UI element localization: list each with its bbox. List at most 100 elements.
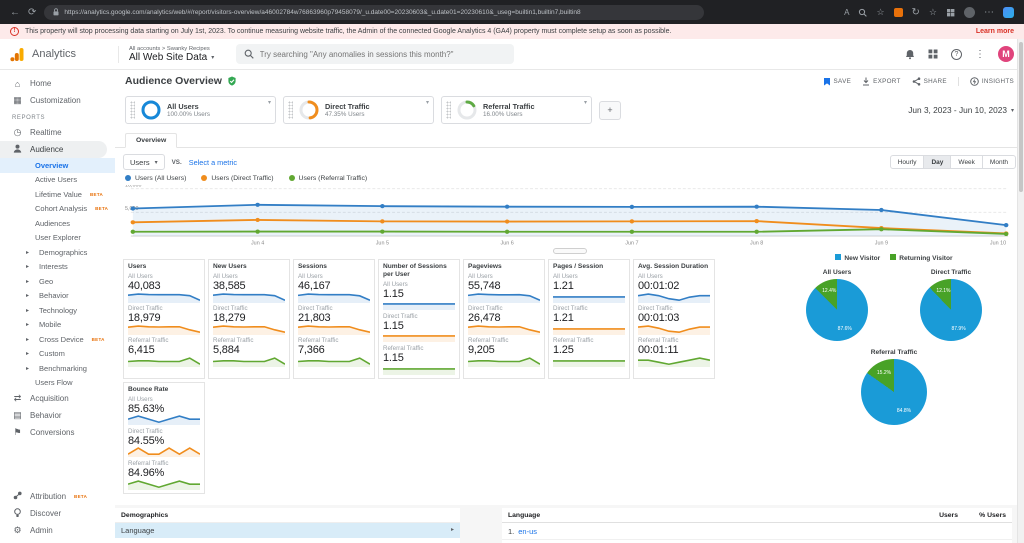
sidebar-item-audience[interactable]: Audience <box>0 141 107 158</box>
search-page-icon[interactable] <box>858 8 868 17</box>
segment-controls: All Users 100.00% Users ▾ Direct Traffic 4… <box>115 92 1024 132</box>
sidebar-item-conversions[interactable]: ⚑ Conversions <box>0 424 115 441</box>
page-scrollbar[interactable] <box>1017 39 1024 543</box>
customization-icon: ▦ <box>13 95 22 105</box>
expand-icon: ▸ <box>26 365 30 372</box>
page-title: Audience Overview <box>125 75 222 87</box>
sidebar-item-cross-device[interactable]: ▸ Cross Device BETA <box>0 332 115 347</box>
sidebar-item-home[interactable]: ⌂ Home <box>0 75 115 92</box>
drag-handle[interactable] <box>288 101 293 119</box>
sidebar-item-overview[interactable]: Overview <box>0 158 115 173</box>
segment-chip-referral-traffic[interactable]: Referral Traffic 16.00% Users ▾ <box>441 96 592 124</box>
sidebar-item-discover[interactable]: Discover <box>0 505 115 522</box>
sidebar-item-demographics[interactable]: ▸ Demographics <box>0 245 115 260</box>
insights-button[interactable]: INSIGHTS <box>957 76 1014 86</box>
sidebar-item-geo[interactable]: ▸ Geo <box>0 274 115 289</box>
sidebar-item-interests[interactable]: ▸ Interests <box>0 260 115 275</box>
pie-direct-traffic[interactable]: 12.1% 87.9% <box>920 279 982 341</box>
learn-more-link[interactable]: Learn more <box>976 28 1014 35</box>
sidebar-item-admin[interactable]: ⚙ Admin <box>0 522 115 539</box>
segment-chip-direct-traffic[interactable]: Direct Traffic 47.35% Users ▾ <box>283 96 434 124</box>
scorecard-sessions-per-user[interactable]: Number of Sessions per User All Users 1.1… <box>378 259 460 379</box>
discover-bulb-icon <box>12 507 23 520</box>
sidebar-item-technology[interactable]: ▸ Technology <box>0 303 115 318</box>
add-segment-button[interactable]: + <box>599 100 621 120</box>
users-column-header[interactable]: Users <box>888 512 958 519</box>
scorecard-bounce-rate[interactable]: Bounce Rate All Users 85.63% Direct Traff… <box>123 381 205 494</box>
date-range-picker[interactable]: Jun 3, 2023 - Jun 10, 2023 ▾ <box>908 105 1014 115</box>
granularity-hourly[interactable]: Hourly <box>889 155 925 169</box>
tab-overview[interactable]: Overview <box>125 133 178 148</box>
scorecard-new-users[interactable]: New Users All Users 38,585 Direct Traffic… <box>208 259 290 379</box>
users-timeseries-chart[interactable]: 5,00010,000Jun 4Jun 5Jun 6Jun 7Jun 8Jun … <box>123 185 1016 247</box>
text-zoom-icon[interactable]: A <box>844 8 849 17</box>
sidebar-item-custom[interactable]: ▸ Custom <box>0 347 115 362</box>
scorecard-avg-session-duration[interactable]: Avg. Session Duration All Users 00:01:02 … <box>633 259 715 379</box>
demographics-language-row[interactable]: Language ▸ <box>115 523 460 538</box>
back-icon[interactable]: ← <box>10 7 20 18</box>
sidebar-item-cohort-analysis[interactable]: Cohort Analysis BETA <box>0 202 115 217</box>
sidebar-item-audiences[interactable]: Audiences <box>0 216 115 231</box>
sidebar-item-mobile[interactable]: ▸ Mobile <box>0 318 115 333</box>
chevron-down-icon[interactable]: ▾ <box>426 99 429 106</box>
sidebar-item-realtime[interactable]: ◷ Realtime <box>0 124 115 141</box>
drag-handle[interactable] <box>130 101 135 119</box>
apps-grid-icon[interactable] <box>928 49 938 59</box>
granularity-month[interactable]: Month <box>981 155 1016 169</box>
search-bar[interactable] <box>236 44 515 64</box>
chevron-down-icon[interactable]: ▾ <box>584 99 587 106</box>
browser-menu-icon[interactable]: ⋯ <box>984 7 994 18</box>
pie-referral-traffic[interactable]: 15.2% 84.8% <box>861 359 927 425</box>
scorecard-pageviews[interactable]: Pageviews All Users 55,748 Direct Traffic… <box>463 259 545 379</box>
banner-text: This property will stop processing data … <box>25 28 672 35</box>
sidebar-item-lifetime-value[interactable]: Lifetime Value BETA <box>0 187 115 202</box>
chevron-down-icon[interactable]: ▾ <box>268 99 271 106</box>
scorecard-users[interactable]: Users All Users 40,083 Direct Traffic 18,9… <box>123 259 205 379</box>
extension-icon[interactable] <box>893 7 903 17</box>
save-button[interactable]: SAVE <box>823 77 852 86</box>
notifications-bell-icon[interactable] <box>905 49 915 60</box>
granularity-day[interactable]: Day <box>923 155 952 169</box>
scorecard-sessions[interactable]: Sessions All Users 46,167 Direct Traffic 2… <box>293 259 375 379</box>
demographics-country-row[interactable]: Country <box>115 538 460 543</box>
pie-all-users[interactable]: 12.4% 87.6% <box>806 279 868 341</box>
account-picker[interactable]: All accounts > Swanky Recipes All Web Si… <box>118 45 214 63</box>
favorites-star-icon[interactable]: ☆ <box>876 7 884 18</box>
sync-icon[interactable]: ↻ <box>912 7 920 18</box>
sparkline <box>128 293 200 303</box>
en-us-link[interactable]: en-us <box>518 527 537 536</box>
scorecard-pages-per-session[interactable]: Pages / Session All Users 1.21 Direct Tra… <box>548 259 630 379</box>
help-icon[interactable]: ? <box>951 48 962 60</box>
granularity-week[interactable]: Week <box>950 155 983 169</box>
segment-chip-all-users[interactable]: All Users 100.00% Users ▾ <box>125 96 276 124</box>
sidebar-item-active-users[interactable]: Active Users <box>0 173 115 188</box>
more-options-icon[interactable]: ⋮ <box>975 49 985 60</box>
sidebar-item-behavior[interactable]: ▸ Behavior <box>0 289 115 304</box>
user-avatar[interactable]: M <box>998 46 1014 62</box>
analytics-logo[interactable]: Analytics <box>10 47 108 62</box>
copilot-icon[interactable] <box>1003 6 1014 18</box>
share-button[interactable]: SHARE <box>912 76 947 86</box>
export-button[interactable]: EXPORT <box>862 77 901 86</box>
drag-handle[interactable] <box>446 101 451 119</box>
chart-scroll-handle[interactable] <box>552 248 587 254</box>
sidebar-item-behavior-report[interactable]: ▤ Behavior <box>0 407 115 424</box>
sidebar-item-acquisition[interactable]: ⇄ Acquisition <box>0 390 115 407</box>
metric-dropdown[interactable]: Users ▾ <box>123 154 165 170</box>
sidebar-item-customization[interactable]: ▦ Customization <box>0 92 115 109</box>
url-bar[interactable]: https://analytics.google.com/analytics/w… <box>44 4 705 20</box>
browser-profile-avatar[interactable] <box>964 6 975 18</box>
scrollbar-thumb[interactable] <box>1019 42 1023 192</box>
extensions-puzzle-icon[interactable] <box>946 8 955 17</box>
search-input[interactable] <box>259 49 507 59</box>
sidebar-item-benchmarking[interactable]: ▸ Benchmarking <box>0 361 115 376</box>
sparkline <box>383 332 455 343</box>
collections-icon[interactable]: ☆ <box>929 7 937 18</box>
select-metric-link[interactable]: Select a metric <box>189 158 237 167</box>
refresh-icon[interactable]: ⟳ <box>28 7 36 18</box>
sidebar-item-user-explorer[interactable]: User Explorer <box>0 231 115 246</box>
sidebar-item-attribution[interactable]: Attribution BETA <box>0 488 115 505</box>
sidebar-item-users-flow[interactable]: Users Flow <box>0 376 115 391</box>
percent-users-column-header[interactable]: % Users <box>958 512 1006 519</box>
sparkline <box>638 293 710 303</box>
